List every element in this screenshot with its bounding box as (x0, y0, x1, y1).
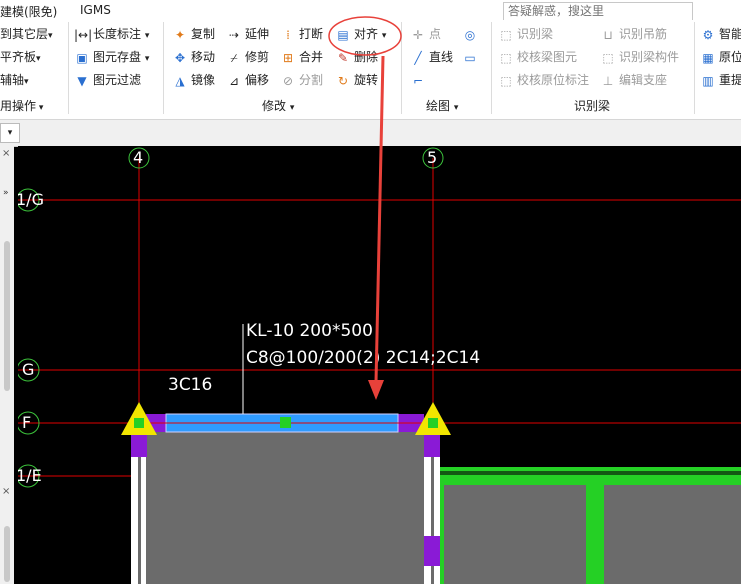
arrow-head-icon (368, 380, 384, 400)
highlight-arrow (374, 55, 385, 383)
markup-overlay (328, 16, 402, 400)
highlight-ellipse (328, 16, 402, 56)
